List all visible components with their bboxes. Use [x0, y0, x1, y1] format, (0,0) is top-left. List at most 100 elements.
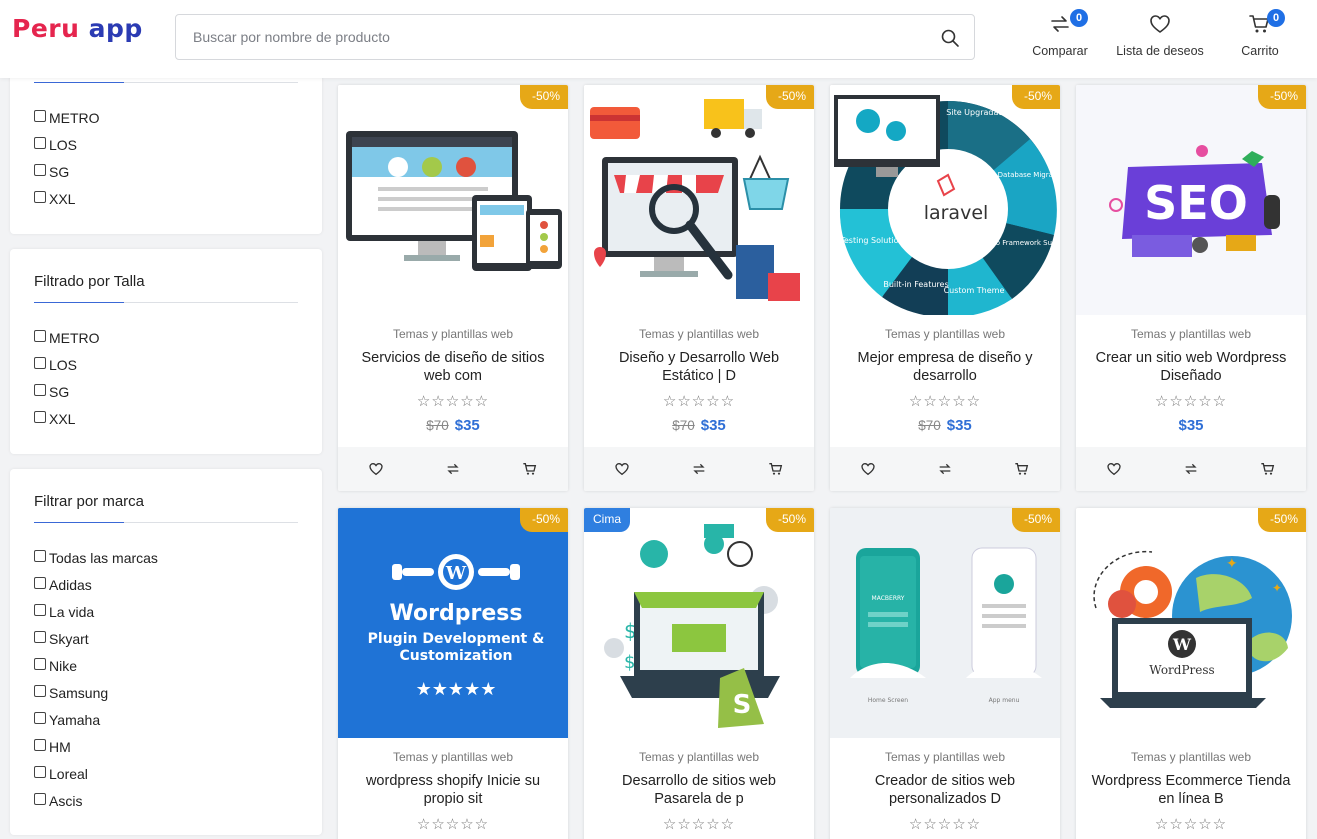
product-image[interactable]: -50%	[584, 85, 814, 315]
product-title[interactable]: Crear un sitio web Wordpress Diseñado	[1086, 349, 1296, 385]
product-image[interactable]: SEO -50%	[1076, 85, 1306, 315]
checkbox[interactable]	[34, 109, 46, 122]
brand-option[interactable]: HM	[34, 733, 158, 760]
seo-illustration: SEO	[1076, 85, 1306, 315]
product-image[interactable]: -50%	[338, 85, 568, 315]
checkbox[interactable]	[34, 383, 46, 396]
product-category[interactable]: Temas y plantillas web	[584, 327, 814, 341]
brand-option[interactable]: Adidas	[34, 571, 158, 598]
svg-text:✦: ✦	[1272, 581, 1282, 595]
size-option[interactable]: LOS	[34, 351, 100, 378]
size-option[interactable]: SG	[34, 378, 100, 405]
checkbox[interactable]	[34, 738, 46, 751]
product-card[interactable]: laravel Site Upgradation Database Migrat…	[830, 85, 1060, 491]
filter-option[interactable]: METRO	[34, 104, 100, 131]
checkbox[interactable]	[34, 711, 46, 724]
filter-option[interactable]: SG	[34, 158, 100, 185]
cart-icon[interactable]	[1014, 461, 1030, 477]
product-image[interactable]: laravel Site Upgradation Database Migrat…	[830, 85, 1060, 315]
product-image[interactable]: W Wordpress Plugin Development & Customi…	[338, 508, 568, 738]
cart-icon[interactable]	[1260, 461, 1276, 477]
product-title[interactable]: Desarrollo de sitios web Pasarela de p	[594, 772, 804, 808]
product-card[interactable]: W Wordpress Plugin Development & Customi…	[338, 508, 568, 839]
cart-icon[interactable]	[522, 461, 538, 477]
brand-option[interactable]: Todas las marcas	[34, 544, 158, 571]
product-category[interactable]: Temas y plantillas web	[338, 327, 568, 341]
product-category[interactable]: Temas y plantillas web	[1076, 750, 1306, 764]
wishlist-button[interactable]: Lista de deseos	[1105, 12, 1215, 58]
search-input[interactable]	[193, 15, 913, 59]
product-card[interactable]: $ $ S Cima -50% Temas y plantillas web D…	[584, 508, 814, 839]
heart-icon[interactable]	[860, 461, 876, 477]
cart-button[interactable]: 0 Carrito	[1205, 9, 1315, 58]
product-image[interactable]: W WordPress ✦ ✦ -50%	[1076, 508, 1306, 738]
laravel-text: laravel	[924, 202, 989, 224]
heart-icon[interactable]	[1106, 461, 1122, 477]
checkbox[interactable]	[34, 329, 46, 342]
checkbox[interactable]	[34, 630, 46, 643]
current-price: $35	[1178, 417, 1204, 434]
checkbox[interactable]	[34, 792, 46, 805]
checkbox[interactable]	[34, 765, 46, 778]
heart-icon[interactable]	[614, 461, 630, 477]
product-title[interactable]: wordpress shopify Inicie su propio sit	[348, 772, 558, 808]
product-title[interactable]: Diseño y Desarrollo Web Estático | D	[594, 349, 804, 385]
filter-option[interactable]: LOS	[34, 131, 100, 158]
product-image[interactable]: $ $ S Cima -50%	[584, 508, 814, 738]
size-option[interactable]: METRO	[34, 324, 100, 351]
compare-icon[interactable]	[1183, 461, 1199, 477]
svg-text:S: S	[733, 690, 752, 720]
product-card[interactable]: W WordPress ✦ ✦ -50% Temas y plantillas …	[1076, 508, 1306, 839]
rating-stars: ☆☆☆☆☆	[1154, 816, 1228, 833]
product-card[interactable]: -50% Temas y plantillas web Diseño y Des…	[584, 85, 814, 491]
brand-option[interactable]: Ascis	[34, 787, 158, 814]
brand-option[interactable]: La vida	[34, 598, 158, 625]
ecommerce-laptop-illustration: $ $ S	[604, 524, 780, 728]
product-category[interactable]: Temas y plantillas web	[830, 750, 1060, 764]
brand-option[interactable]: Loreal	[34, 760, 158, 787]
product-category[interactable]: Temas y plantillas web	[584, 750, 814, 764]
brand-option[interactable]: Samsung	[34, 679, 158, 706]
heart-icon[interactable]	[368, 461, 384, 477]
filter-option[interactable]: XXL	[34, 185, 100, 212]
compare-icon[interactable]	[691, 461, 707, 477]
product-title[interactable]: Creador de sitios web personalizados D	[840, 772, 1050, 808]
product-category[interactable]: Temas y plantillas web	[1076, 327, 1306, 341]
cart-icon[interactable]	[768, 461, 784, 477]
product-category[interactable]: Temas y plantillas web	[338, 750, 568, 764]
rating-stars: ☆☆☆☆☆	[416, 816, 490, 833]
checkbox[interactable]	[34, 356, 46, 369]
compare-icon[interactable]	[937, 461, 953, 477]
logo[interactable]: Peru app	[12, 14, 143, 43]
checkbox[interactable]	[34, 603, 46, 616]
brand-option[interactable]: Skyart	[34, 625, 158, 652]
product-card[interactable]: SEO -50% Temas y plantillas web Crear un…	[1076, 85, 1306, 491]
product-card[interactable]: -50% Temas y plantillas web Servicios de…	[338, 85, 568, 491]
product-title[interactable]: Wordpress Ecommerce Tienda en línea B	[1086, 772, 1296, 808]
discount-tag: -50%	[1257, 508, 1306, 532]
discount-tag: -50%	[1257, 85, 1306, 109]
brand-option[interactable]: Yamaha	[34, 706, 158, 733]
checkbox[interactable]	[34, 136, 46, 149]
product-image[interactable]: MACBERRY Home Screen App menu -50%	[830, 508, 1060, 738]
current-price: $35	[454, 417, 480, 434]
compare-button[interactable]: 0 Comparar	[1005, 9, 1115, 58]
brand-option[interactable]: Nike	[34, 652, 158, 679]
checkbox[interactable]	[34, 657, 46, 670]
checkbox[interactable]	[34, 684, 46, 697]
search-icon[interactable]	[940, 28, 960, 48]
old-price: $70	[918, 418, 941, 433]
svg-text:Plugin Development &: Plugin Development &	[368, 631, 545, 647]
checkbox[interactable]	[34, 163, 46, 176]
heart-icon	[1150, 15, 1170, 33]
product-category[interactable]: Temas y plantillas web	[830, 327, 1060, 341]
checkbox[interactable]	[34, 576, 46, 589]
compare-icon[interactable]	[445, 461, 461, 477]
product-card[interactable]: MACBERRY Home Screen App menu -50% Temas…	[830, 508, 1060, 839]
product-title[interactable]: Servicios de diseño de sitios web com	[348, 349, 558, 385]
size-option[interactable]: XXL	[34, 405, 100, 432]
checkbox[interactable]	[34, 190, 46, 203]
checkbox[interactable]	[34, 549, 46, 562]
checkbox[interactable]	[34, 410, 46, 423]
product-title[interactable]: Mejor empresa de diseño y desarrollo	[840, 349, 1050, 385]
